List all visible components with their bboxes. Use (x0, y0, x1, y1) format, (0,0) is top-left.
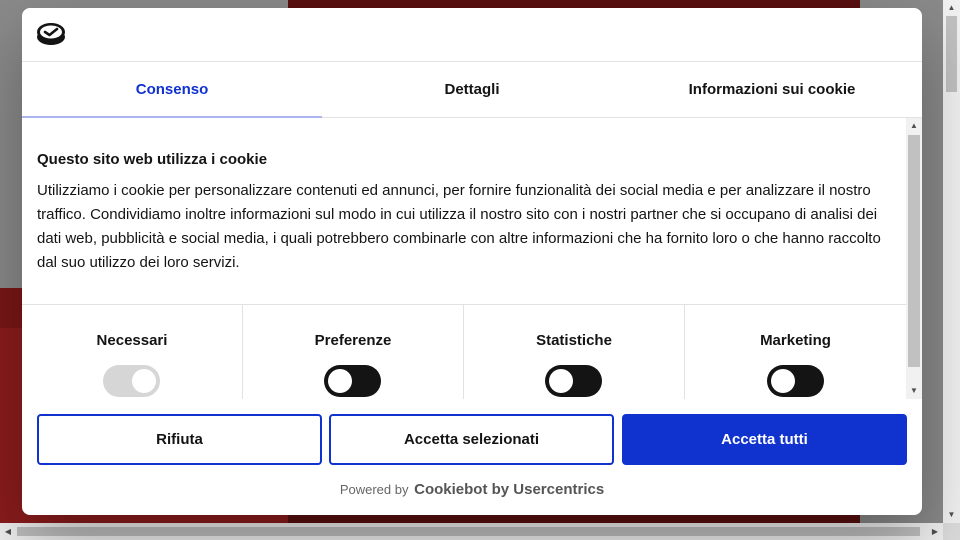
content-scroll-up-icon[interactable]: ▲ (906, 118, 922, 134)
tab-dettagli[interactable]: Dettagli (322, 62, 622, 117)
intro-section: Questo sito web utilizza i cookie Utiliz… (37, 150, 897, 275)
browser-viewport: ▲ ▼ ◀ ▶ Consenso Dettagli Informazioni s… (0, 0, 960, 540)
cookie-consent-dialog: Consenso Dettagli Informazioni sui cooki… (22, 8, 922, 515)
content-scroll-thumb[interactable] (908, 135, 920, 367)
marketing-toggle[interactable] (766, 365, 824, 397)
category-label: Statistiche (536, 332, 612, 349)
accept-all-button[interactable]: Accetta tutti (622, 414, 907, 465)
category-preferenze: Preferenze (243, 305, 464, 399)
category-label: Marketing (760, 332, 831, 349)
page-vertical-scroll-thumb[interactable] (946, 16, 957, 92)
dialog-header (22, 8, 922, 62)
page-vertical-scrollbar[interactable]: ▲ ▼ (943, 0, 960, 523)
dialog-tabs: Consenso Dettagli Informazioni sui cooki… (22, 62, 922, 118)
content-scroll-down-icon[interactable]: ▼ (906, 383, 922, 399)
category-marketing: Marketing (685, 305, 906, 399)
cookie-categories: Necessari Preferenze Statistiche Marketi… (22, 305, 906, 399)
cookiebot-logo-icon (36, 22, 66, 46)
toggle-knob (549, 369, 573, 393)
category-necessari: Necessari (22, 305, 243, 399)
accept-selected-button[interactable]: Accetta selezionati (329, 414, 614, 465)
cookiebot-brand-link[interactable]: Cookiebot by Usercentrics (414, 481, 604, 498)
powered-by-label: Powered by (339, 482, 409, 497)
scrollbar-corner (943, 523, 960, 540)
scroll-up-arrow-icon[interactable]: ▲ (943, 0, 960, 16)
tab-informazioni-cookie[interactable]: Informazioni sui cookie (622, 62, 922, 117)
category-label: Preferenze (314, 332, 392, 349)
toggle-knob (770, 369, 795, 393)
content-scrollbar[interactable]: ▲ ▼ (906, 118, 922, 399)
scroll-right-arrow-icon[interactable]: ▶ (927, 523, 943, 540)
intro-title: Questo sito web utilizza i cookie (37, 151, 268, 168)
page-horizontal-scrollbar[interactable]: ◀ ▶ (0, 523, 943, 540)
toggle-knob (328, 369, 352, 393)
scroll-left-arrow-icon[interactable]: ◀ (0, 523, 16, 540)
intro-text: Utilizziamo i cookie per personalizzare … (37, 182, 881, 271)
preferenze-toggle[interactable] (324, 365, 381, 397)
consent-content-panel: Questo sito web utilizza i cookie Utiliz… (22, 118, 922, 399)
powered-by-footer: Powered by Cookiebot by Usercentrics (22, 481, 922, 498)
toggle-knob (132, 369, 156, 393)
tab-consenso[interactable]: Consenso (22, 62, 322, 118)
necessari-toggle (103, 365, 160, 397)
category-label: Necessari (96, 332, 168, 349)
dialog-buttons: Rifiuta Accetta selezionati Accetta tutt… (37, 414, 907, 465)
reject-button[interactable]: Rifiuta (37, 414, 322, 465)
category-statistiche: Statistiche (464, 305, 685, 399)
statistiche-toggle[interactable] (545, 365, 602, 397)
scroll-down-arrow-icon[interactable]: ▼ (943, 507, 960, 523)
page-horizontal-scroll-thumb[interactable] (17, 527, 920, 536)
